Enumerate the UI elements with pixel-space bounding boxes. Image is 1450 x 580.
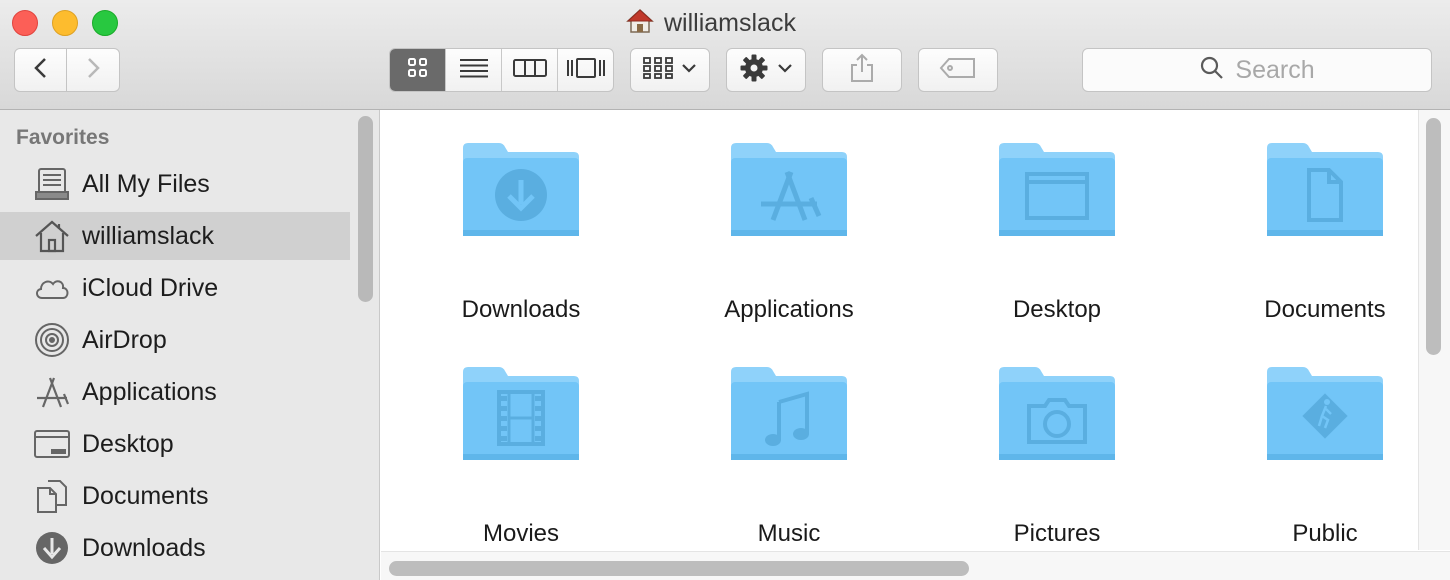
document-page-icon bbox=[1267, 143, 1383, 236]
sidebar-item-label: All My Files bbox=[82, 169, 210, 198]
folder-label: Documents bbox=[1264, 296, 1386, 323]
sidebar-scrollbar[interactable] bbox=[358, 116, 373, 302]
close-window-button[interactable] bbox=[12, 10, 38, 36]
folder-label: Pictures bbox=[1013, 520, 1101, 547]
film-strip-icon bbox=[463, 367, 579, 460]
search-field[interactable]: Search bbox=[1082, 48, 1432, 92]
cover-flow-icon bbox=[566, 57, 606, 84]
icon-grid-icon bbox=[407, 57, 429, 84]
tag-icon bbox=[939, 57, 977, 84]
search-icon bbox=[1199, 55, 1225, 86]
folder-downloads[interactable]: Downloads bbox=[421, 140, 621, 340]
desktop-icon bbox=[32, 424, 72, 464]
sidebar-item-downloads[interactable]: Downloads bbox=[0, 524, 350, 572]
action-button[interactable] bbox=[726, 48, 806, 92]
window-title: williamslack bbox=[626, 7, 796, 39]
home-icon bbox=[32, 216, 72, 256]
search-placeholder: Search bbox=[1235, 55, 1315, 84]
applications-icon bbox=[32, 372, 72, 412]
sidebar-item-label: Desktop bbox=[82, 429, 174, 458]
folder-label: Public bbox=[1292, 520, 1358, 547]
gear-icon bbox=[739, 53, 769, 88]
camera-icon bbox=[999, 367, 1115, 460]
folder-label: Downloads bbox=[461, 296, 581, 323]
column-view-button[interactable] bbox=[502, 49, 558, 91]
sidebar-item-desktop[interactable]: Desktop bbox=[0, 420, 350, 468]
share-icon bbox=[849, 53, 875, 88]
music-note-icon bbox=[731, 367, 847, 460]
list-view-button[interactable] bbox=[446, 49, 502, 91]
folder-label: Movies bbox=[482, 520, 560, 547]
sidebar-item-label: AirDrop bbox=[82, 325, 167, 354]
folder-label: Desktop bbox=[1012, 296, 1102, 323]
icon-view-button[interactable] bbox=[390, 49, 446, 91]
folder-public[interactable]: Public bbox=[1225, 364, 1425, 564]
chevron-down-icon bbox=[681, 61, 697, 79]
arrange-button[interactable] bbox=[630, 48, 710, 92]
chevron-right-icon bbox=[84, 56, 102, 85]
horizontal-scrollbar[interactable] bbox=[389, 561, 969, 576]
folder-pictures[interactable]: Pictures bbox=[957, 364, 1157, 564]
sidebar-item-label: Documents bbox=[82, 481, 209, 510]
forward-button[interactable] bbox=[67, 48, 120, 92]
folder-music[interactable]: Music bbox=[689, 364, 889, 564]
sidebar-item-label: Applications bbox=[82, 377, 217, 406]
folder-documents[interactable]: Documents bbox=[1225, 140, 1425, 340]
folder-applications[interactable]: Applications bbox=[689, 140, 889, 340]
app-store-icon bbox=[731, 143, 847, 236]
chevron-left-icon bbox=[32, 56, 50, 85]
edit-tags-button[interactable] bbox=[918, 48, 998, 92]
cover-flow-view-button[interactable] bbox=[558, 49, 613, 91]
sidebar-item-documents[interactable]: Documents bbox=[0, 472, 350, 520]
sidebar-item-airdrop[interactable]: AirDrop bbox=[0, 316, 350, 364]
share-button[interactable] bbox=[822, 48, 902, 92]
sidebar-item-applications[interactable]: Applications bbox=[0, 368, 350, 416]
view-mode-control bbox=[389, 48, 614, 92]
sidebar-item-label: Downloads bbox=[82, 533, 206, 562]
airdrop-icon bbox=[32, 320, 72, 360]
folder-movies[interactable]: Movies bbox=[421, 364, 621, 564]
columns-icon bbox=[512, 58, 547, 83]
sidebar-item-williamslack[interactable]: williamslack bbox=[0, 212, 350, 260]
vertical-scrollbar[interactable] bbox=[1426, 118, 1441, 355]
list-lines-icon bbox=[459, 58, 489, 83]
documents-icon bbox=[32, 476, 72, 516]
all-my-files-icon bbox=[32, 164, 72, 204]
file-browser-content: Downloads Applications Desktop Documents… bbox=[381, 110, 1450, 580]
chevron-down-icon bbox=[777, 61, 793, 79]
sidebar-item-icloud-drive[interactable]: iCloud Drive bbox=[0, 264, 350, 312]
sidebar-item-all-my-files[interactable]: All My Files bbox=[0, 160, 350, 208]
folder-desktop[interactable]: Desktop bbox=[957, 140, 1157, 340]
sidebar-item-label: iCloud Drive bbox=[82, 273, 219, 302]
cloud-icon bbox=[32, 268, 72, 308]
arrange-grid-icon bbox=[643, 56, 673, 84]
sidebar-heading-favorites: Favorites bbox=[16, 126, 110, 149]
window-toolbar: williamslack Search bbox=[0, 0, 1450, 110]
sidebar-item-label: williamslack bbox=[82, 221, 214, 250]
folder-label: Music bbox=[757, 520, 821, 547]
window-title-text: williamslack bbox=[664, 8, 796, 37]
window-icon bbox=[999, 143, 1115, 236]
downloads-icon bbox=[32, 528, 72, 568]
sidebar: Favorites All My Files williamslack iClo… bbox=[0, 110, 380, 580]
home-icon bbox=[626, 7, 654, 40]
download-arrow-icon bbox=[463, 143, 579, 236]
folder-label: Applications bbox=[724, 296, 854, 323]
back-button[interactable] bbox=[14, 48, 67, 92]
pedestrian-sign-icon bbox=[1267, 367, 1383, 460]
zoom-window-button[interactable] bbox=[92, 10, 118, 36]
minimize-window-button[interactable] bbox=[52, 10, 78, 36]
